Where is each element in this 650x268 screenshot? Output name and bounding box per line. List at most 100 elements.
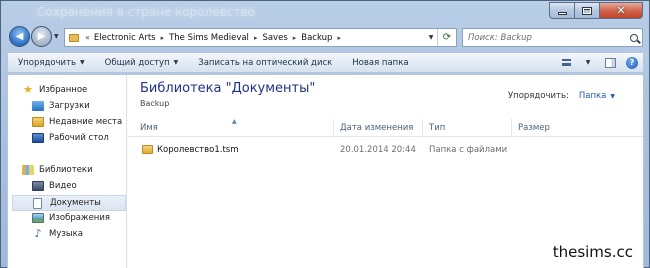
sidebar-item-downloads[interactable]: Загрузки (32, 101, 90, 111)
file-date: 20.01.2014 20:44 (340, 144, 416, 155)
command-bar-right: ▼ ? (555, 56, 643, 69)
breadcrumb-item[interactable]: Electronic Arts (94, 33, 156, 43)
address-bar[interactable]: « Electronic Arts ▸ The Sims Medieval ▸ … (64, 28, 457, 47)
star-icon: ★ (23, 83, 33, 96)
title-bar[interactable]: Сохранения в стране королевство ✕ (1, 1, 649, 23)
navigation-pane[interactable]: ★ Избранное Загрузки Недавние места Рабоч… (8, 75, 127, 268)
desktop-icon (32, 133, 44, 143)
breadcrumb-separator-icon[interactable]: ▸ (293, 34, 297, 42)
breadcrumb: Electronic Arts ▸ The Sims Medieval ▸ Sa… (94, 33, 346, 43)
table-row[interactable]: Королевство1.tsm 20.01.2014 20:44 Папка … (128, 141, 643, 158)
sidebar-item-label: Музыка (49, 229, 83, 239)
chevron-down-icon: ▼ (585, 59, 591, 66)
sidebar-item-label: Избранное (39, 85, 88, 95)
share-button[interactable]: Общий доступ ▼ (95, 58, 189, 68)
burn-label: Записать на оптический диск (198, 57, 333, 68)
sidebar-item-label: Изображения (49, 213, 111, 223)
preview-pane-button[interactable] (599, 57, 621, 68)
sidebar-item-desktop[interactable]: Рабочий стол (32, 133, 109, 143)
sidebar-item-documents[interactable]: Документы (12, 195, 126, 211)
burn-button[interactable]: Записать на оптический диск (188, 58, 342, 68)
sidebar-item-label: Загрузки (49, 101, 90, 111)
maximize-icon (582, 6, 592, 15)
content-area: ★ Избранное Загрузки Недавние места Рабоч… (7, 74, 644, 268)
sidebar-item-favorites[interactable]: ★ Избранное (22, 83, 88, 96)
help-button[interactable]: ? (621, 56, 643, 69)
chevron-down-icon[interactable]: ▼ (610, 93, 615, 100)
new-folder-label: Новая папка (352, 57, 409, 68)
sidebar-item-recent-places[interactable]: Недавние места (32, 117, 122, 127)
music-icon: ♪ (34, 227, 42, 240)
help-icon: ? (626, 56, 638, 69)
view-list-icon (561, 59, 571, 66)
video-icon (32, 181, 44, 191)
folder-icon (142, 145, 153, 154)
documents-icon (33, 197, 42, 209)
command-bar: Упорядочить ▼ Общий доступ ▼ Записать на о… (7, 52, 644, 73)
arrange-dropdown[interactable]: Папка (579, 91, 607, 101)
hidden-crumbs-chevron[interactable]: « (85, 33, 90, 42)
change-view-button[interactable] (555, 59, 577, 66)
recent-places-icon (32, 117, 44, 127)
preview-pane-icon (604, 57, 616, 68)
recent-pages-dropdown[interactable]: ▼ (54, 33, 59, 40)
images-icon (32, 213, 44, 223)
new-folder-button[interactable]: Новая папка (342, 58, 418, 68)
breadcrumb-separator-icon[interactable]: ▸ (161, 34, 165, 42)
chevron-down-icon: ▼ (80, 59, 85, 66)
column-header-date[interactable]: Дата изменения (334, 119, 423, 137)
arrange-label: Упорядочить: (507, 91, 569, 101)
back-button[interactable]: ◀ (9, 26, 30, 47)
arrange-by: Упорядочить: Папка ▼ (508, 91, 615, 101)
sidebar-item-label: Рабочий стол (49, 133, 109, 143)
breadcrumb-item[interactable]: The Sims Medieval (169, 33, 249, 43)
view-options-dropdown[interactable]: ▼ (577, 59, 599, 66)
window-title: Сохранения в стране королевство (37, 5, 255, 19)
sidebar-item-label: Видео (49, 181, 77, 191)
folder-icon (69, 33, 79, 42)
breadcrumb-separator-icon[interactable]: ▸ (254, 34, 258, 42)
column-headers: ▲ Имя Дата изменения Тип Размер (128, 118, 643, 137)
breadcrumb-separator-icon[interactable]: ▸ (337, 34, 341, 42)
back-arrow-icon: ◀ (15, 31, 24, 42)
watermark: thesims.cc (552, 243, 633, 261)
search-icon[interactable] (626, 33, 642, 42)
organize-label: Упорядочить (18, 57, 77, 68)
sidebar-item-label: Документы (50, 198, 101, 208)
file-type: Папка с файлами (429, 144, 508, 155)
close-icon: ✕ (616, 4, 626, 17)
column-header-type[interactable]: Тип (423, 119, 512, 137)
caption-buttons: ✕ (549, 2, 643, 19)
address-controls: ▼ ⟳ (425, 29, 456, 46)
sidebar-item-label: Библиотеки (39, 165, 93, 175)
address-dropdown-icon[interactable]: ▼ (425, 34, 437, 41)
maximize-button[interactable] (575, 2, 600, 19)
downloads-icon (32, 101, 44, 111)
minimize-button[interactable] (549, 2, 575, 19)
library-title: Библиотека "Документы" (140, 81, 316, 96)
sidebar-item-libraries[interactable]: Библиотеки (22, 165, 93, 175)
explorer-window: Сохранения в стране королевство ✕ ◀ ▶ ▼ … (0, 0, 650, 268)
column-header-name[interactable]: Имя (134, 119, 334, 137)
file-list-pane: Библиотека "Документы" Backup Упорядочит… (128, 75, 643, 268)
sidebar-item-video[interactable]: Видео (32, 181, 77, 191)
organize-button[interactable]: Упорядочить ▼ (8, 58, 95, 68)
breadcrumb-item[interactable]: Saves (262, 33, 287, 43)
refresh-icon[interactable]: ⟳ (437, 29, 456, 46)
close-button[interactable]: ✕ (600, 2, 643, 19)
search-input[interactable]: Поиск: Backup (468, 33, 626, 43)
forward-button[interactable]: ▶ (31, 26, 52, 47)
library-subtitle: Backup (140, 99, 170, 108)
search-box[interactable]: Поиск: Backup (462, 28, 643, 47)
minimize-icon (557, 12, 567, 15)
libraries-icon (22, 165, 34, 175)
chevron-down-icon: ▼ (173, 59, 179, 66)
sidebar-item-music[interactable]: ♪ Музыка (32, 227, 83, 240)
column-header-size[interactable]: Размер (512, 119, 572, 137)
sidebar-item-images[interactable]: Изображения (32, 213, 110, 223)
sidebar-item-label: Недавние места (49, 117, 123, 127)
forward-arrow-icon: ▶ (37, 31, 46, 42)
navigation-row: ◀ ▶ ▼ « Electronic Arts ▸ The Sims Medie… (1, 25, 649, 51)
breadcrumb-item[interactable]: Backup (301, 33, 332, 43)
file-name-cell: Королевство1.tsm (142, 141, 239, 158)
